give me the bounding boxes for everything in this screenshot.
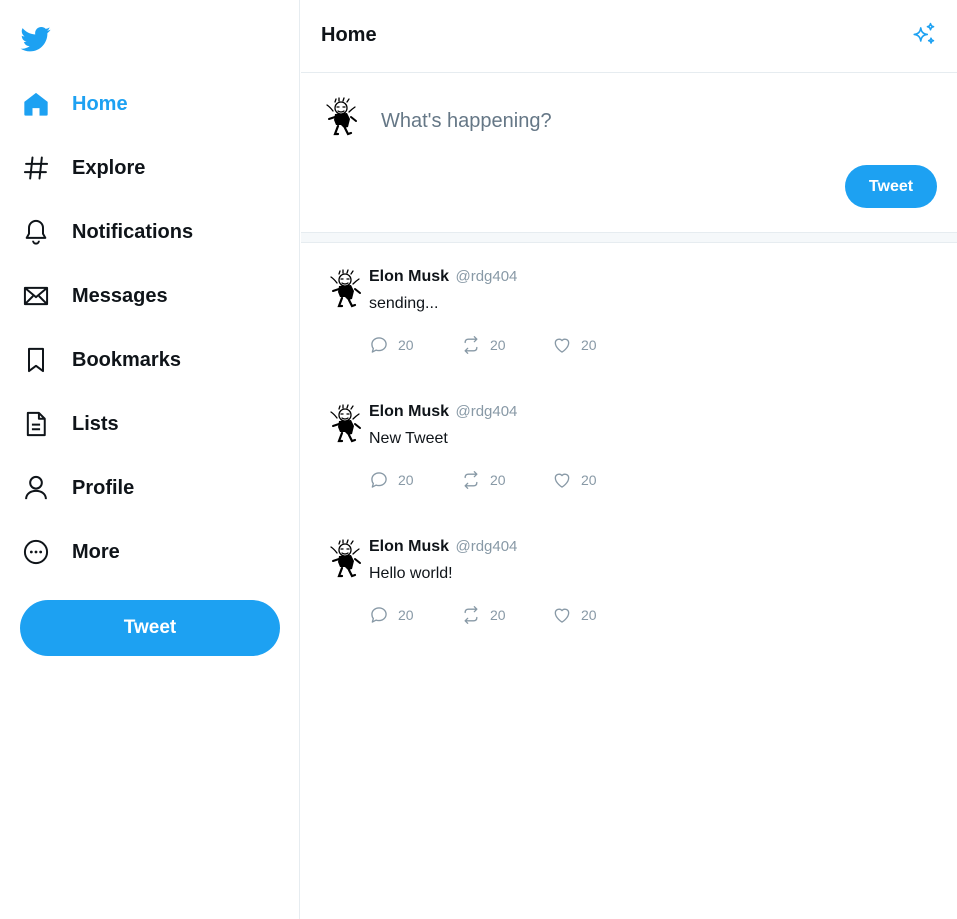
- retweet-count: 20: [490, 337, 506, 353]
- retweet-count: 20: [490, 607, 506, 623]
- home-icon: [20, 88, 52, 120]
- tweet-item[interactable]: Elon Musk @rdg404 sending... 20 20 20: [301, 243, 957, 378]
- sidebar-item-label: Bookmarks: [72, 348, 181, 371]
- reply-count: 20: [398, 607, 414, 623]
- tweet-author-handle: @rdg404: [455, 538, 518, 555]
- avatar[interactable]: [325, 539, 365, 579]
- sidebar-tweet-button[interactable]: Tweet: [20, 600, 280, 656]
- section-divider: [301, 232, 957, 243]
- main-timeline: Home Tweet Elon Musk @rdg404 sending...: [301, 0, 957, 919]
- heart-icon: [552, 335, 572, 355]
- tweet-author-handle: @rdg404: [455, 403, 518, 420]
- sidebar-item-label: More: [72, 540, 120, 563]
- sidebar-item-home[interactable]: Home: [20, 81, 280, 127]
- reply-button[interactable]: 20: [369, 470, 461, 490]
- tweet-actions: 20 20 20: [369, 470, 644, 490]
- tweet-actions: 20 20 20: [369, 605, 644, 625]
- sidebar-item-label: Profile: [72, 476, 135, 499]
- reply-count: 20: [398, 337, 414, 353]
- reply-count: 20: [398, 472, 414, 488]
- sparkle-icon[interactable]: [911, 22, 939, 50]
- like-count: 20: [581, 337, 597, 353]
- tweet-author-name[interactable]: Elon Musk: [369, 538, 449, 555]
- avatar: [321, 97, 361, 137]
- hashtag-icon: [20, 152, 52, 184]
- sidebar-item-lists[interactable]: Lists: [20, 401, 280, 447]
- composer-tweet-button[interactable]: Tweet: [845, 165, 937, 208]
- avatar[interactable]: [325, 404, 365, 444]
- reply-icon: [369, 470, 389, 490]
- like-button[interactable]: 20: [552, 605, 644, 625]
- tweet-header: Elon Musk @rdg404: [369, 538, 517, 556]
- timeline-header: Home: [301, 0, 957, 73]
- like-button[interactable]: 20: [552, 470, 644, 490]
- heart-icon: [552, 470, 572, 490]
- tweet-text: Hello world!: [369, 565, 453, 582]
- bookmark-icon: [20, 344, 52, 376]
- sidebar-item-label: Home: [72, 92, 128, 115]
- retweet-icon: [461, 605, 481, 625]
- sidebar-item-label: Lists: [72, 412, 119, 435]
- sidebar-item-label: Notifications: [72, 220, 194, 243]
- retweet-button[interactable]: 20: [461, 470, 552, 490]
- compose-tweet-input[interactable]: [381, 103, 921, 139]
- retweet-count: 20: [490, 472, 506, 488]
- tweet-header: Elon Musk @rdg404: [369, 403, 517, 421]
- retweet-button[interactable]: 20: [461, 335, 552, 355]
- sidebar-item-label: Explore: [72, 156, 146, 179]
- like-count: 20: [581, 472, 597, 488]
- like-button[interactable]: 20: [552, 335, 644, 355]
- tweet-author-handle: @rdg404: [455, 268, 518, 285]
- list-document-icon: [20, 408, 52, 440]
- sidebar-item-explore[interactable]: Explore: [20, 145, 280, 191]
- user-icon: [20, 472, 52, 504]
- tweet-author-name[interactable]: Elon Musk: [369, 268, 449, 285]
- twitter-bird-icon[interactable]: [20, 24, 52, 54]
- sidebar-item-notifications[interactable]: Notifications: [20, 209, 280, 255]
- reply-icon: [369, 335, 389, 355]
- tweet-item[interactable]: Elon Musk @rdg404 New Tweet 20 20 20: [301, 378, 957, 513]
- reply-icon: [369, 605, 389, 625]
- tweet-item[interactable]: Elon Musk @rdg404 Hello world! 20 20 20: [301, 513, 957, 648]
- twitter-app: Home Explore Notifications Messages Book: [0, 0, 957, 919]
- tweet-text: sending...: [369, 295, 439, 312]
- page-title: Home: [321, 24, 377, 46]
- reply-button[interactable]: 20: [369, 605, 461, 625]
- sidebar-item-label: Messages: [72, 284, 168, 307]
- envelope-icon: [20, 280, 52, 312]
- tweet-text: New Tweet: [369, 430, 448, 447]
- tweet-feed: Elon Musk @rdg404 sending... 20 20 20 El…: [301, 243, 957, 648]
- sidebar-item-messages[interactable]: Messages: [20, 273, 280, 319]
- tweet-header: Elon Musk @rdg404: [369, 268, 517, 286]
- sidebar-item-profile[interactable]: Profile: [20, 465, 280, 511]
- sidebar-item-bookmarks[interactable]: Bookmarks: [20, 337, 280, 383]
- sidebar: Home Explore Notifications Messages Book: [0, 0, 300, 919]
- retweet-icon: [461, 335, 481, 355]
- reply-button[interactable]: 20: [369, 335, 461, 355]
- sidebar-item-more[interactable]: More: [20, 529, 280, 575]
- tweet-actions: 20 20 20: [369, 335, 644, 355]
- bell-icon: [20, 216, 52, 248]
- heart-icon: [552, 605, 572, 625]
- retweet-button[interactable]: 20: [461, 605, 552, 625]
- retweet-icon: [461, 470, 481, 490]
- like-count: 20: [581, 607, 597, 623]
- tweet-composer: Tweet: [301, 73, 957, 233]
- avatar[interactable]: [325, 269, 365, 309]
- tweet-author-name[interactable]: Elon Musk: [369, 403, 449, 420]
- more-circle-icon: [20, 536, 52, 568]
